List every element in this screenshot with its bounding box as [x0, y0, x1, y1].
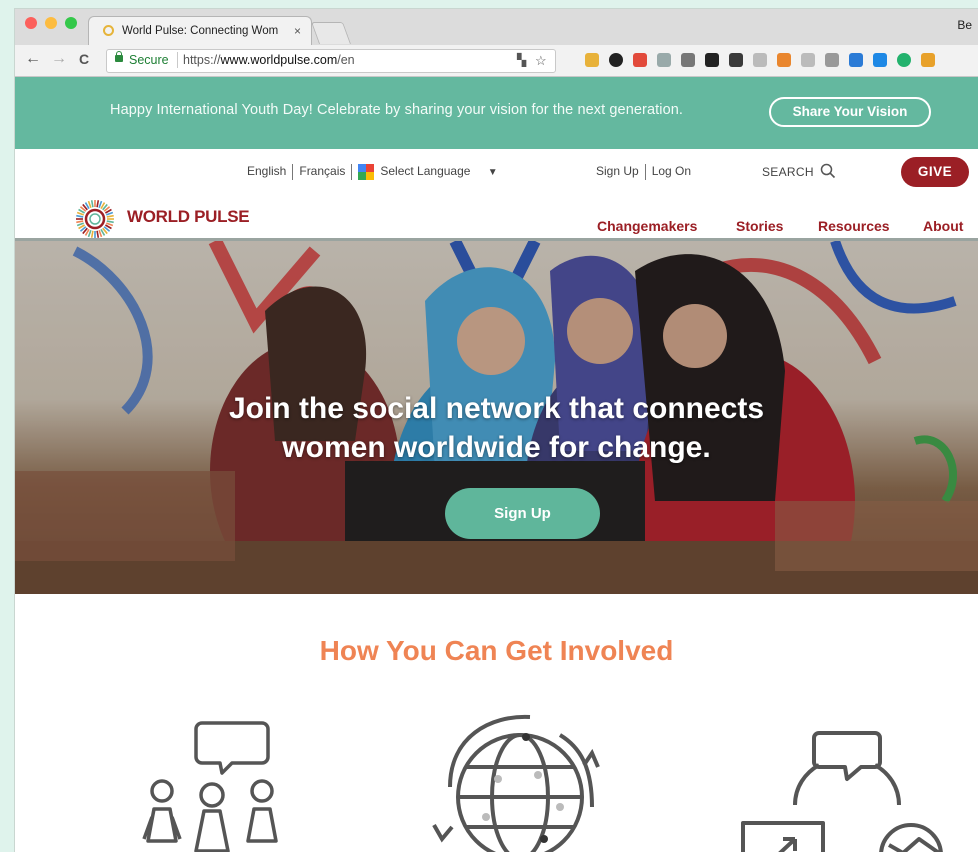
extension-9-icon[interactable]: [777, 53, 791, 67]
banner-text: Happy International Youth Day! Celebrate…: [110, 102, 684, 118]
close-window-button[interactable]: [25, 17, 37, 29]
secure-label: Secure: [129, 53, 169, 67]
globe-exchange-icon: [432, 714, 600, 852]
forward-button[interactable]: →: [51, 50, 67, 68]
profile-label[interactable]: Be: [957, 18, 972, 32]
log-on-link[interactable]: Log On: [652, 164, 691, 178]
divider: [292, 164, 294, 180]
browser-window: World Pulse: Connecting Wom × Be ← → C S…: [15, 9, 978, 852]
learn-share-cycle-icon: [741, 731, 943, 852]
give-button[interactable]: GIVE: [901, 157, 969, 187]
tab-title: World Pulse: Connecting Wom: [122, 25, 279, 37]
nav-changemakers[interactable]: Changemakers: [597, 218, 697, 234]
nav-about[interactable]: About: [923, 218, 963, 234]
extension-15-icon[interactable]: [921, 53, 935, 67]
brand-name[interactable]: WORLD PULSE: [127, 207, 250, 227]
extension-12-icon[interactable]: [849, 53, 863, 67]
community-conversation-icon: [142, 721, 278, 852]
language-switcher: English Français Select Language ▼: [247, 164, 498, 180]
address-divider: [177, 52, 178, 68]
lock-icon: [115, 51, 123, 62]
hero-section: Join the social network that connects wom…: [15, 241, 978, 594]
tab-strip: World Pulse: Connecting Wom × Be: [15, 9, 978, 46]
extension-11-icon[interactable]: [825, 53, 839, 67]
extension-10-icon[interactable]: [801, 53, 815, 67]
divider: [351, 164, 353, 180]
site-header: English Français Select Language ▼ Sign Up…: [15, 149, 978, 241]
auth-links: Sign Up Log On: [596, 164, 691, 180]
nav-stories[interactable]: Stories: [736, 218, 783, 234]
maximize-window-button[interactable]: [65, 17, 77, 29]
nav-resources[interactable]: Resources: [818, 218, 890, 234]
hero-headline: Join the social network that connects wom…: [228, 392, 765, 464]
extension-5-icon[interactable]: [681, 53, 695, 67]
extension-3-icon[interactable]: [633, 53, 647, 67]
minimize-window-button[interactable]: [45, 17, 57, 29]
worldpulse-favicon-icon: [103, 25, 114, 36]
world-pulse-logo-icon[interactable]: [75, 199, 115, 239]
browser-tab[interactable]: World Pulse: Connecting Wom ×: [88, 16, 312, 46]
search-label: SEARCH: [762, 165, 814, 179]
address-bar[interactable]: Secure https://www.worldpulse.com/en ▚ ☆: [106, 49, 556, 73]
browser-toolbar: ← → C Secure https://www.worldpulse.com/…: [15, 45, 978, 77]
announcement-banner: Happy International Youth Day! Celebrate…: [15, 77, 978, 149]
cookie-icon[interactable]: ▚: [517, 53, 526, 67]
sign-up-link[interactable]: Sign Up: [596, 164, 639, 178]
tab-close-icon[interactable]: ×: [294, 24, 301, 38]
extension-8-icon[interactable]: [753, 53, 767, 67]
web-page: Happy International Youth Day! Celebrate…: [15, 77, 978, 852]
back-button[interactable]: ←: [25, 50, 41, 68]
extension-2-icon[interactable]: [609, 53, 623, 67]
divider: [644, 164, 646, 180]
select-language-dropdown[interactable]: Select Language: [380, 164, 470, 178]
extension-7-icon[interactable]: [729, 53, 743, 67]
share-vision-button[interactable]: Share Your Vision: [769, 97, 931, 127]
reload-button[interactable]: C: [79, 51, 89, 67]
extension-13-icon[interactable]: [873, 53, 887, 67]
involved-heading: How You Can Get Involved: [319, 635, 674, 666]
extension-6-icon[interactable]: [705, 53, 719, 67]
search-button[interactable]: SEARCH: [762, 163, 836, 179]
search-icon: [821, 163, 836, 179]
url-text[interactable]: https://www.worldpulse.com/en: [183, 53, 355, 67]
dropdown-arrow-icon[interactable]: ▼: [488, 167, 498, 178]
extension-4-icon[interactable]: [657, 53, 671, 67]
google-translate-icon: [358, 164, 375, 180]
bookmark-star-icon[interactable]: ☆: [535, 53, 547, 69]
new-tab-button[interactable]: [310, 22, 352, 44]
extension-1-icon[interactable]: [585, 53, 599, 67]
lang-french-link[interactable]: Français: [299, 164, 345, 178]
lang-english-link[interactable]: English: [247, 164, 286, 178]
extension-14-icon[interactable]: [897, 53, 911, 67]
hero-sign-up-button[interactable]: Sign Up: [445, 488, 600, 539]
